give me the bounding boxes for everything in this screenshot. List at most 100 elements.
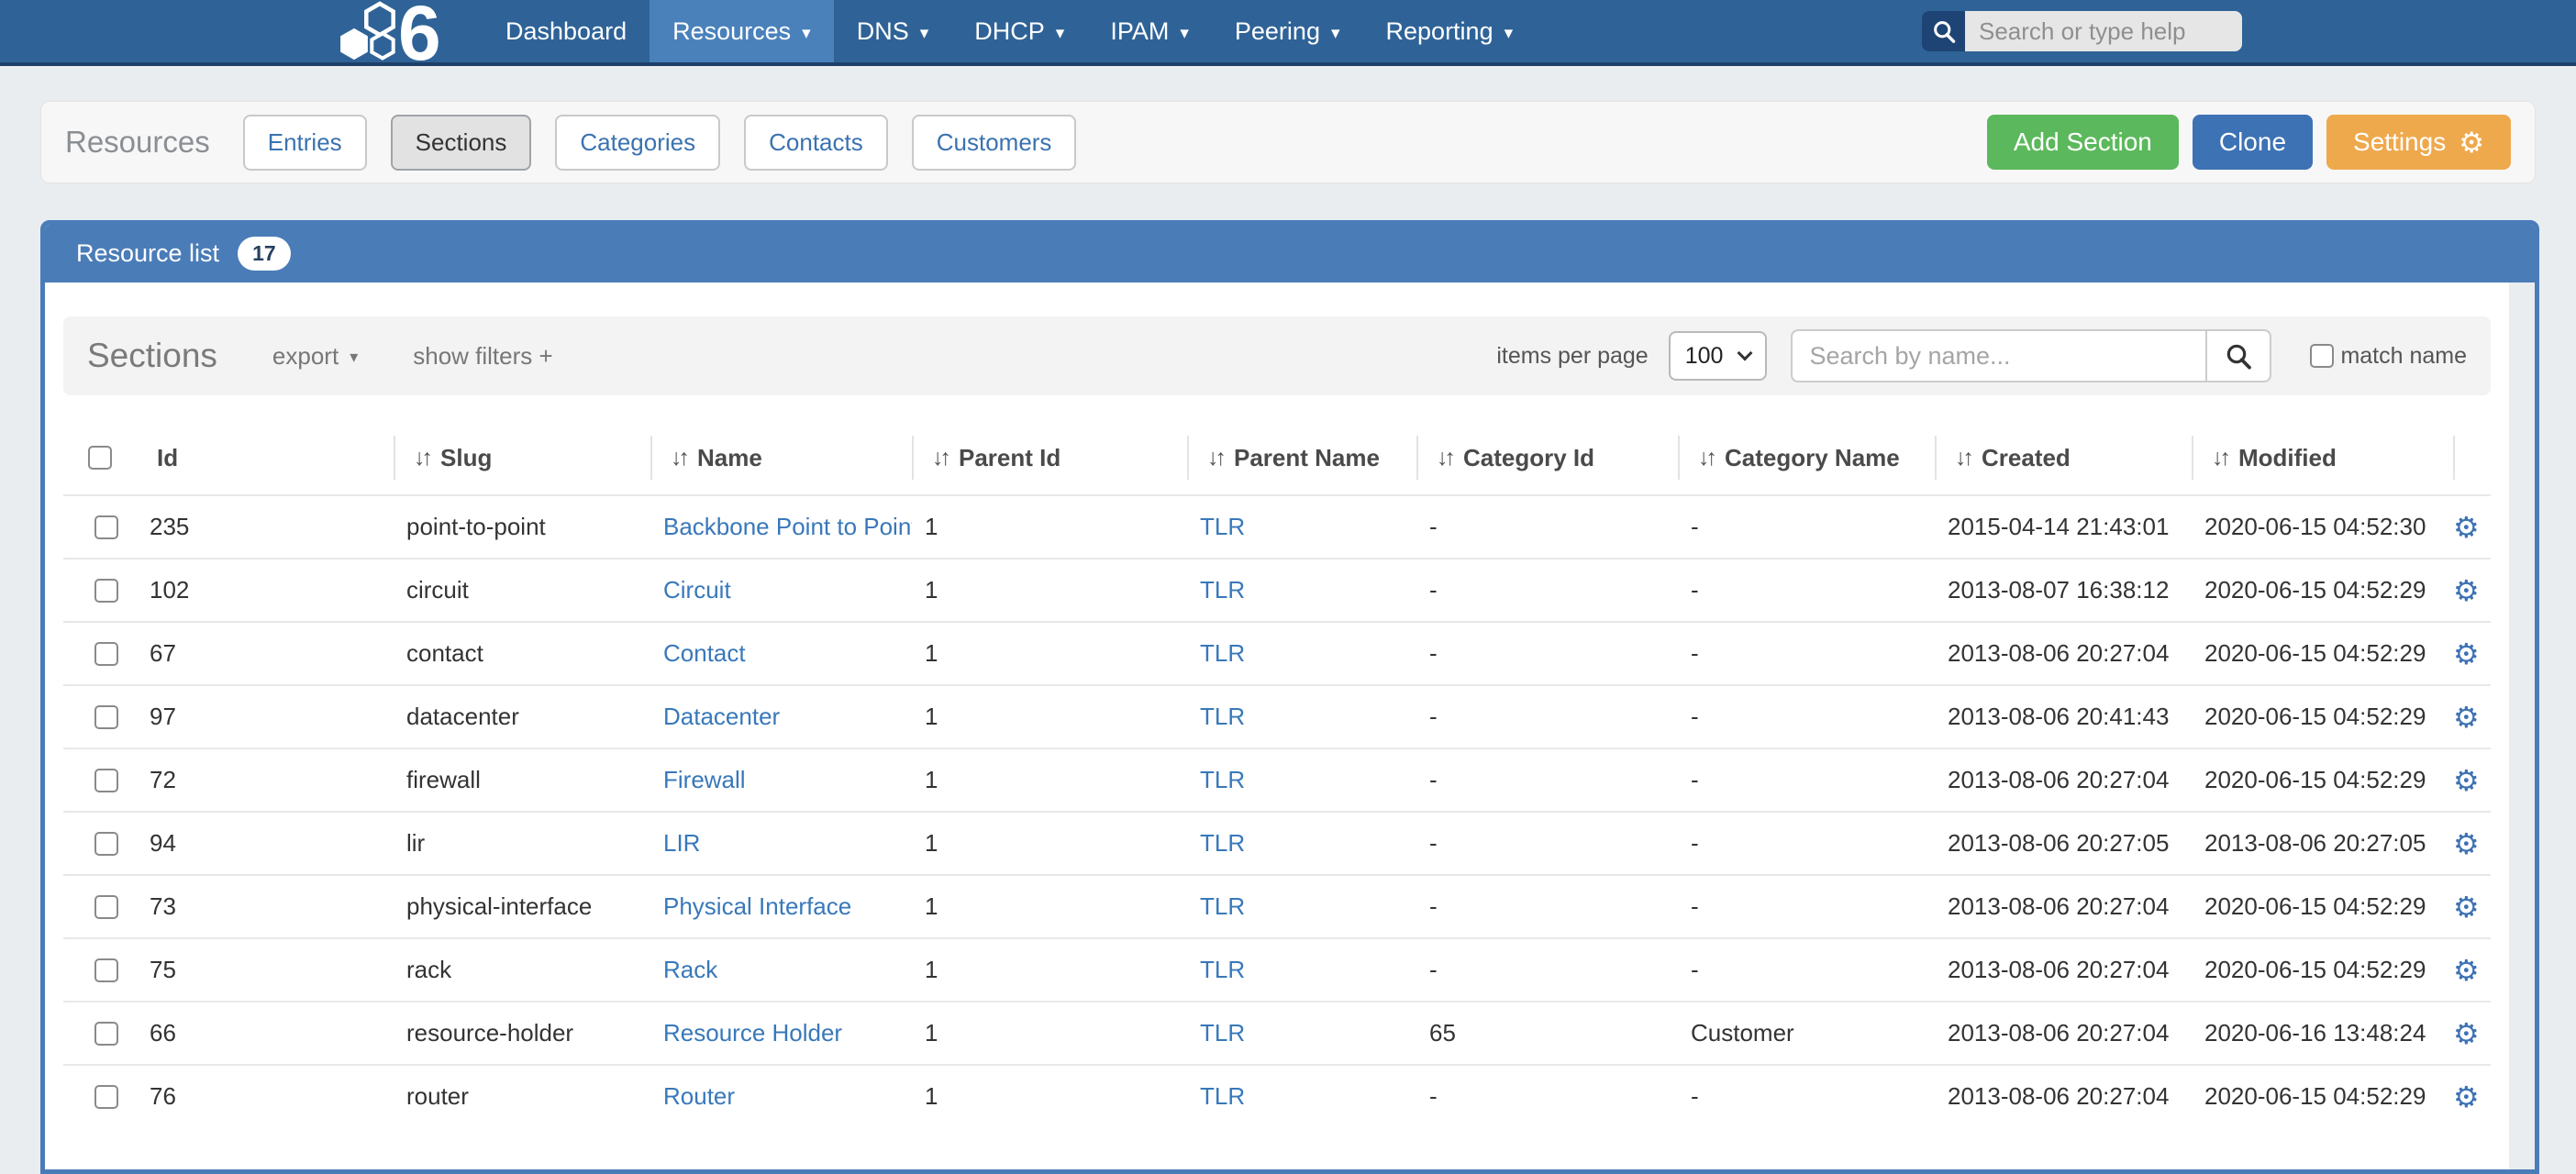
resource-name-link[interactable]: Circuit: [663, 576, 731, 604]
parent-name-link[interactable]: TLR: [1200, 703, 1245, 730]
cell-parent-id: 1: [912, 1019, 1187, 1047]
nav-item[interactable]: Resources ▾: [650, 0, 834, 62]
nav-item[interactable]: Peering ▾: [1212, 0, 1363, 62]
row-gear-icon[interactable]: ⚙: [2453, 576, 2480, 605]
cell-id: 73: [137, 892, 394, 921]
tab-categories[interactable]: Categories: [555, 115, 720, 171]
row-gear-icon[interactable]: ⚙: [2453, 703, 2480, 732]
cell-id: 102: [137, 576, 394, 604]
select-all-checkbox[interactable]: [88, 446, 112, 470]
export-menu[interactable]: export ▾: [272, 342, 358, 371]
row-checkbox[interactable]: [94, 1022, 118, 1046]
parent-name-link[interactable]: TLR: [1200, 829, 1245, 857]
parent-name-link[interactable]: TLR: [1200, 766, 1245, 793]
parent-name-link[interactable]: TLR: [1200, 1082, 1245, 1110]
parent-name-link[interactable]: TLR: [1200, 513, 1245, 540]
button-settings[interactable]: Settings ⚙: [2326, 115, 2511, 170]
row-checkbox[interactable]: [94, 579, 118, 603]
cell-parent-id: 1: [912, 576, 1187, 604]
cell-created: 2013-08-06 20:41:43: [1935, 703, 2192, 731]
resource-name-link[interactable]: Backbone Point to Point: [663, 513, 912, 540]
column-header-category-name[interactable]: ↓↑ Category Name: [1678, 421, 1935, 494]
parent-name-link[interactable]: TLR: [1200, 892, 1245, 920]
column-header-parent-name[interactable]: ↓↑ Parent Name: [1187, 421, 1416, 494]
brand-logo[interactable]: 6: [334, 1, 451, 61]
row-gear-icon[interactable]: ⚙: [2453, 513, 2480, 542]
count-badge: 17: [238, 237, 291, 271]
cell-name: Circuit: [650, 576, 912, 604]
column-header-parent-id[interactable]: ↓↑ Parent Id: [912, 421, 1187, 494]
resource-name-link[interactable]: Physical Interface: [663, 892, 851, 920]
search-by-name-input[interactable]: [1791, 329, 2205, 382]
table-row: 94 lir LIR 1 TLR - - 2013-08-06 20:27:05…: [63, 811, 2491, 874]
column-header-slug[interactable]: ↓↑ Slug: [394, 421, 650, 494]
column-header-category-id[interactable]: ↓↑ Category Id: [1416, 421, 1678, 494]
cell-created: 2013-08-06 20:27:04: [1935, 766, 2192, 794]
button-clone[interactable]: Clone ⚙: [2193, 115, 2313, 170]
row-checkbox[interactable]: [94, 642, 118, 666]
table-row: 75 rack Rack 1 TLR - - 2013-08-06 20:27:…: [63, 937, 2491, 1001]
nav-item-label: DNS: [857, 17, 909, 46]
parent-name-link[interactable]: TLR: [1200, 639, 1245, 667]
row-gear-icon[interactable]: ⚙: [2453, 766, 2480, 795]
cell-category-name: -: [1678, 703, 1935, 731]
tab-sections[interactable]: Sections: [391, 115, 532, 171]
row-gear-icon[interactable]: ⚙: [2453, 956, 2480, 985]
table-header-row: ↓↑ Id ↓↑ Slug ↓↑ Name ↓↑ Parent Id ↓: [63, 421, 2491, 494]
cell-name: Resource Holder: [650, 1019, 912, 1047]
row-checkbox[interactable]: [94, 705, 118, 729]
cell-id: 75: [137, 956, 394, 984]
help-search-input[interactable]: [1965, 11, 2242, 51]
column-header-id[interactable]: ↓↑ Id: [137, 421, 394, 494]
parent-name-link[interactable]: TLR: [1200, 1019, 1245, 1047]
row-gear-icon[interactable]: ⚙: [2453, 1019, 2480, 1048]
resource-name-link[interactable]: Rack: [663, 956, 717, 983]
resource-name-link[interactable]: Router: [663, 1082, 735, 1110]
resource-name-link[interactable]: Contact: [663, 639, 746, 667]
row-checkbox[interactable]: [94, 832, 118, 856]
cell-category-name: -: [1678, 892, 1935, 921]
parent-name-link[interactable]: TLR: [1200, 956, 1245, 983]
tab-customers[interactable]: Customers: [912, 115, 1077, 171]
column-header-modified[interactable]: ↓↑ Modified: [2192, 421, 2453, 494]
scrollbar-track[interactable]: [2509, 282, 2535, 1169]
match-name-checkbox[interactable]: [2310, 344, 2334, 368]
tab-contacts[interactable]: Contacts: [744, 115, 888, 171]
cell-actions: ⚙: [2453, 513, 2480, 542]
resource-name-link[interactable]: LIR: [663, 829, 700, 857]
row-gear-icon[interactable]: ⚙: [2453, 1082, 2480, 1112]
row-checkbox[interactable]: [94, 1085, 118, 1109]
caret-down-icon: ▾: [1056, 23, 1065, 44]
tab-entries[interactable]: Entries: [243, 115, 367, 171]
row-gear-icon[interactable]: ⚙: [2453, 829, 2480, 858]
cell-id: 67: [137, 639, 394, 668]
button-add-section[interactable]: Add Section ⚙: [1987, 115, 2179, 170]
parent-name-link[interactable]: TLR: [1200, 576, 1245, 604]
row-checkbox[interactable]: [94, 769, 118, 792]
row-gear-icon[interactable]: ⚙: [2453, 892, 2480, 922]
resource-name-link[interactable]: Datacenter: [663, 703, 780, 730]
nav-item[interactable]: Dashboard ▾: [483, 0, 650, 62]
row-checkbox[interactable]: [94, 958, 118, 982]
caret-down-icon: ▾: [1180, 23, 1189, 44]
search-button[interactable]: [2205, 329, 2271, 382]
row-checkbox[interactable]: [94, 515, 118, 539]
column-header-created[interactable]: ↓↑ Created: [1935, 421, 2192, 494]
cell-name: Datacenter: [650, 703, 912, 731]
column-header-name[interactable]: ↓↑ Name: [650, 421, 912, 494]
resource-name-link[interactable]: Resource Holder: [663, 1019, 842, 1047]
nav-item[interactable]: Reporting ▾: [1363, 0, 1537, 62]
row-gear-icon[interactable]: ⚙: [2453, 639, 2480, 669]
column-header[interactable]: ↓↑: [2453, 421, 2491, 494]
nav-item[interactable]: IPAM ▾: [1087, 0, 1212, 62]
nav-item[interactable]: DNS ▾: [834, 0, 952, 62]
row-checkbox[interactable]: [94, 895, 118, 919]
nav-item[interactable]: DHCP ▾: [951, 0, 1087, 62]
items-per-page-select[interactable]: 100: [1669, 331, 1768, 381]
column-label: Created: [1982, 444, 2071, 472]
resource-name-link[interactable]: Firewall: [663, 766, 746, 793]
tab-label: Entries: [268, 128, 342, 156]
cell-modified: 2020-06-15 04:52:29: [2192, 892, 2453, 921]
sort-icon: ↓↑: [1955, 445, 1971, 471]
show-filters-link[interactable]: show filters +: [413, 342, 552, 371]
